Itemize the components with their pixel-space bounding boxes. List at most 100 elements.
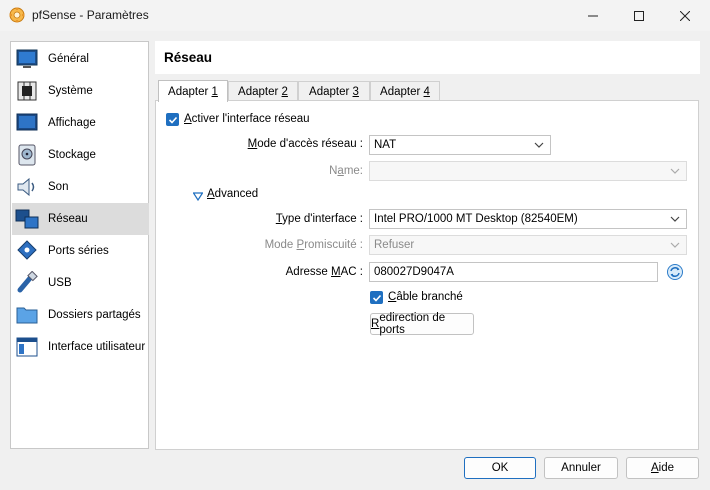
- tab-mnemonic: 4: [423, 85, 430, 98]
- sidebar-item-usb[interactable]: USB: [12, 267, 149, 299]
- mnemonic: A: [650, 462, 659, 474]
- ok-button[interactable]: OK: [464, 457, 536, 479]
- label-text: ode d'accès réseau :: [257, 138, 363, 150]
- button-label: Annuler: [561, 462, 601, 474]
- chevron-down-icon: [670, 168, 680, 174]
- chevron-down-icon: [670, 216, 680, 222]
- tab-adapter-2[interactable]: Adapter 2: [228, 81, 298, 101]
- sidebar-item-label: Système: [48, 85, 93, 97]
- chevron-down-icon: [670, 242, 680, 248]
- mac-address-label: Adresse MAC :: [200, 266, 363, 278]
- label-text: Adresse: [285, 266, 332, 278]
- sidebar-item-shared-folders[interactable]: Dossiers partagés: [12, 299, 149, 331]
- selected-value: NAT: [374, 139, 397, 151]
- close-icon: [680, 10, 690, 21]
- minimize-icon: [588, 15, 598, 16]
- minimize-button[interactable]: [570, 0, 616, 31]
- mac-address-input[interactable]: 080027D9047A: [369, 262, 658, 282]
- enable-adapter-checkbox[interactable]: [166, 113, 179, 126]
- user-interface-icon: [16, 337, 38, 357]
- adapter-type-select[interactable]: Intel PRO/1000 MT Desktop (82540EM): [369, 209, 687, 229]
- mnemonic: M: [331, 266, 341, 278]
- label-text: ctiver l'interface réseau: [191, 113, 310, 125]
- generate-mac-button[interactable]: [666, 263, 684, 281]
- sidebar-item-label: Réseau: [48, 213, 88, 225]
- name-select[interactable]: [369, 161, 687, 181]
- label-text: âble branché: [396, 291, 463, 303]
- adapter-type-label: Type d'interface :: [200, 213, 363, 225]
- monitor-general-icon: [16, 49, 38, 68]
- button-label: edirection de ports: [379, 312, 446, 336]
- tab-adapter-4[interactable]: Adapter 4: [370, 81, 440, 101]
- mnemonic: A: [207, 188, 215, 200]
- sidebar-item-serial-ports[interactable]: Ports séries: [12, 235, 149, 267]
- network-icon: [15, 209, 39, 229]
- folder-icon: [16, 307, 38, 324]
- input-value: 080027D9047A: [374, 266, 454, 278]
- attached-to-select[interactable]: NAT: [369, 135, 551, 155]
- chip-system-icon: [17, 81, 37, 101]
- maximize-icon: [634, 10, 644, 21]
- tab-label: Adapter: [168, 85, 212, 98]
- tab-adapter-3[interactable]: Adapter 3: [298, 81, 370, 101]
- speaker-icon: [17, 177, 35, 197]
- attached-to-label: Mode d'accès réseau :: [200, 138, 363, 150]
- sidebar-item-storage[interactable]: Stockage: [12, 139, 149, 171]
- mnemonic: M: [247, 138, 258, 150]
- maximize-button[interactable]: [616, 0, 662, 31]
- port-forwarding-button[interactable]: Redirection de ports: [370, 312, 474, 336]
- cable-connected-label[interactable]: Câble branché: [388, 291, 463, 303]
- sidebar-item-label: Dossiers partagés: [48, 309, 141, 321]
- settings-sidebar: Général Système Affichage Stockage Son R…: [10, 41, 149, 449]
- help-button[interactable]: Aide: [626, 457, 699, 479]
- promiscuous-mode-select[interactable]: Refuser: [369, 235, 687, 255]
- checkmark-icon: [372, 294, 381, 302]
- sidebar-item-label: Affichage: [48, 117, 96, 129]
- sidebar-item-label: Interface utilisateur: [48, 341, 146, 353]
- cancel-button[interactable]: Annuler: [544, 457, 618, 479]
- label-text: me:: [343, 165, 363, 177]
- window-title: pfSense - Paramètres: [32, 8, 149, 22]
- advanced-toggle[interactable]: [192, 190, 204, 204]
- tab-mnemonic: 1: [211, 85, 218, 98]
- label-text: Mode: [264, 239, 297, 251]
- display-icon: [16, 113, 38, 131]
- tab-label: Adapter: [309, 85, 353, 98]
- sidebar-item-label: Général: [48, 53, 89, 65]
- sidebar-item-network[interactable]: Réseau: [12, 203, 149, 235]
- page-title: Réseau: [164, 50, 213, 65]
- chevron-down-icon: [534, 142, 544, 148]
- label-text: ype d'interface :: [282, 213, 363, 225]
- mnemonic: R: [371, 318, 380, 330]
- button-label: OK: [491, 462, 509, 474]
- tab-label: Adapter: [380, 85, 424, 98]
- sidebar-item-display[interactable]: Affichage: [12, 107, 149, 139]
- enable-adapter-label[interactable]: Activer l'interface réseau: [184, 113, 310, 125]
- button-label: ide: [658, 462, 675, 474]
- sidebar-item-general[interactable]: Général: [12, 43, 149, 75]
- refresh-icon: [667, 264, 683, 280]
- tab-adapter-1[interactable]: Adapter 1: [158, 80, 228, 102]
- mnemonic: A: [184, 113, 192, 125]
- label-text: romiscuité :: [304, 239, 363, 251]
- tab-mnemonic: 3: [352, 85, 359, 98]
- checkmark-icon: [168, 116, 177, 124]
- cable-connected-checkbox[interactable]: [370, 291, 383, 304]
- promiscuous-mode-label: Mode Promiscuité :: [200, 239, 363, 251]
- serial-port-icon: [17, 240, 37, 260]
- tab-label: Adapter: [238, 85, 282, 98]
- sidebar-item-audio[interactable]: Son: [12, 171, 149, 203]
- storage-disk-icon: [18, 144, 36, 166]
- sidebar-item-label: Ports séries: [48, 245, 109, 257]
- advanced-label[interactable]: Advanced: [207, 188, 258, 200]
- sidebar-item-user-interface[interactable]: Interface utilisateur: [12, 331, 149, 363]
- sidebar-item-label: USB: [48, 277, 72, 289]
- tab-mnemonic: 2: [281, 85, 288, 98]
- triangle-down-icon: [192, 192, 204, 202]
- page-header: [155, 41, 700, 74]
- sidebar-item-system[interactable]: Système: [12, 75, 149, 107]
- close-button[interactable]: [662, 0, 708, 31]
- selected-value: Intel PRO/1000 MT Desktop (82540EM): [374, 213, 578, 225]
- usb-icon: [17, 271, 38, 293]
- selected-value: Refuser: [374, 239, 415, 251]
